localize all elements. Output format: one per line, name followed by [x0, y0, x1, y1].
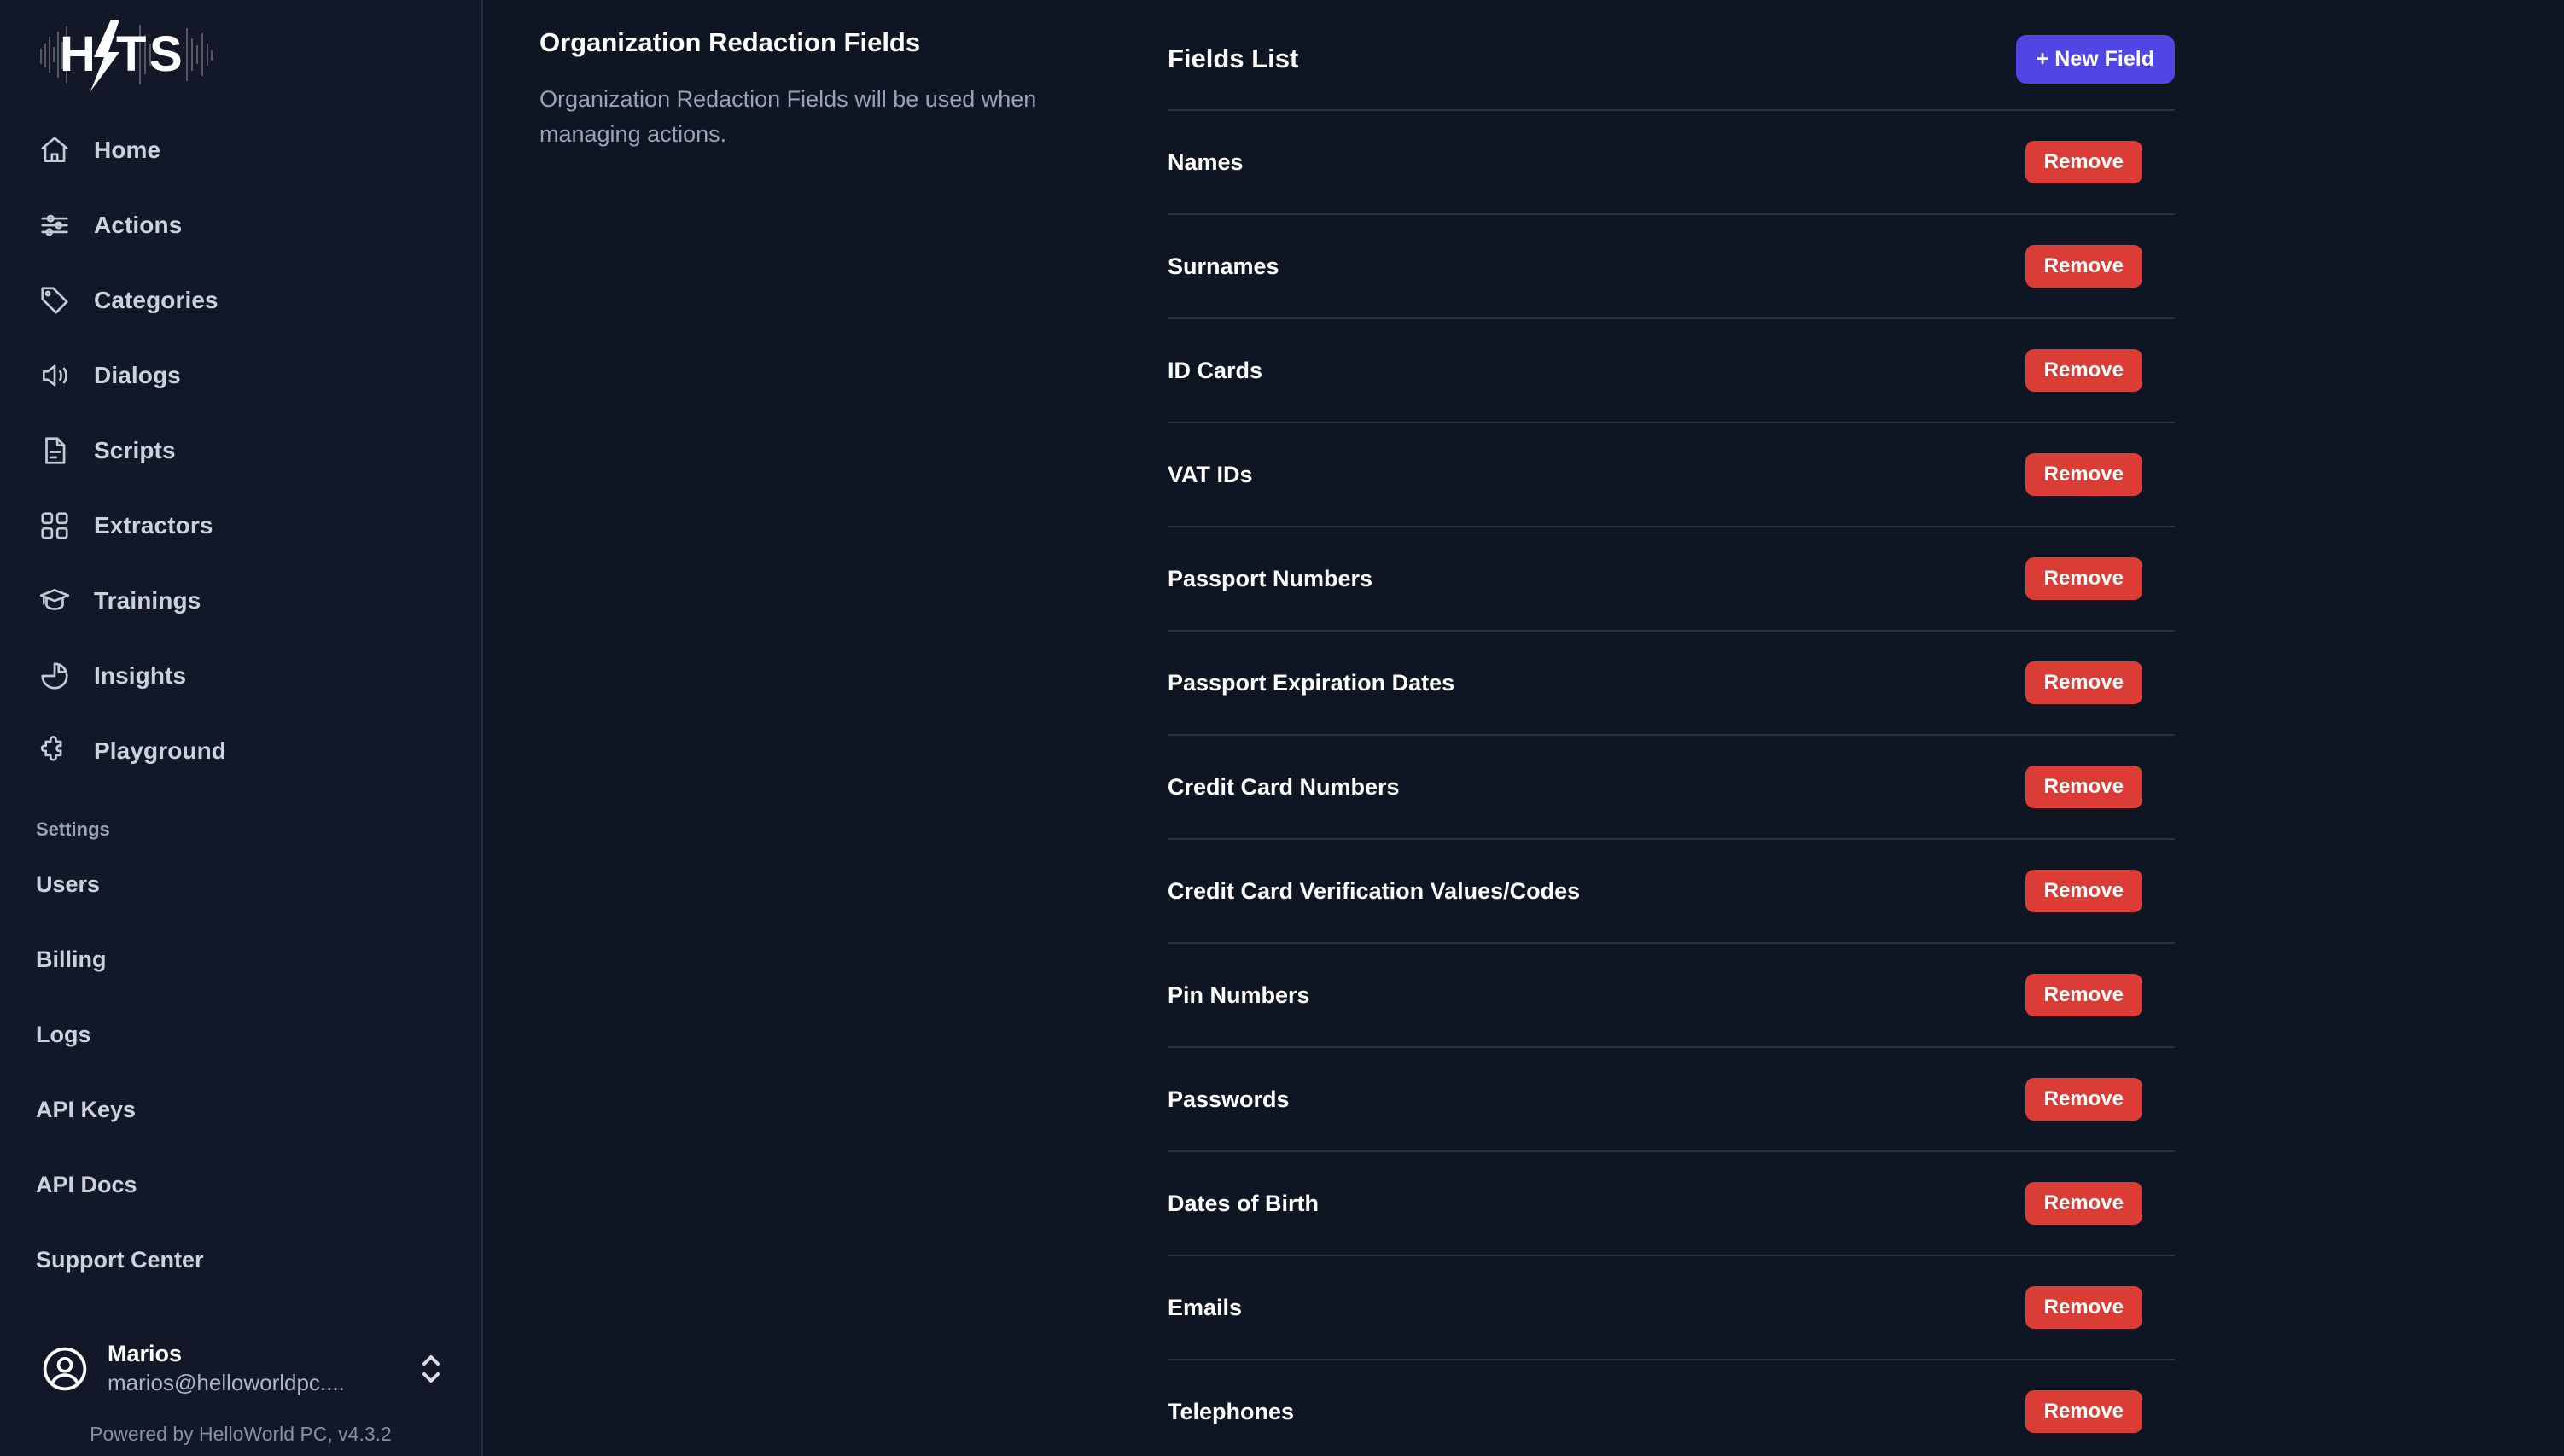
pie-chart-icon [38, 659, 72, 693]
table-row: Passport Numbers Remove [1168, 526, 2175, 630]
field-label: Emails [1168, 1294, 1243, 1320]
sidebar-item-label: Home [94, 137, 161, 163]
chevron-up-down-icon[interactable] [418, 1350, 444, 1388]
user-circle-icon [41, 1345, 89, 1393]
field-label: Passwords [1168, 1086, 1290, 1112]
document-icon [38, 434, 72, 468]
table-row: Pin Numbers Remove [1168, 942, 2175, 1046]
table-row: ID Cards Remove [1168, 317, 2175, 422]
remove-field-button[interactable]: Remove [2025, 661, 2142, 704]
sidebar-item-insights[interactable]: Insights [0, 638, 481, 713]
user-name: Marios [108, 1341, 183, 1367]
tag-icon [38, 283, 72, 317]
remove-field-button[interactable]: Remove [2025, 1286, 2142, 1329]
table-row: Credit Card Verification Values/Codes Re… [1168, 838, 2175, 942]
table-row: Passport Expiration Dates Remove [1168, 630, 2175, 734]
fields-list-title: Fields List [1168, 44, 1299, 73]
sidebar-item-actions[interactable]: Actions [0, 188, 481, 263]
sidebar-item-home[interactable]: Home [0, 113, 481, 188]
hits-logo-icon: H T S [38, 18, 217, 91]
svg-text:S: S [149, 26, 184, 82]
remove-field-button[interactable]: Remove [2025, 557, 2142, 600]
remove-field-button[interactable]: Remove [2025, 766, 2142, 808]
remove-field-button[interactable]: Remove [2025, 1390, 2142, 1433]
sidebar-item-label: Scripts [94, 437, 176, 463]
field-label: Pin Numbers [1168, 981, 1310, 1008]
remove-field-button[interactable]: Remove [2025, 141, 2142, 183]
field-label: Surnames [1168, 253, 1279, 279]
sidebar-item-label: Dialogs [94, 362, 181, 388]
sidebar-item-trainings[interactable]: Trainings [0, 563, 481, 638]
remove-field-button[interactable]: Remove [2025, 870, 2142, 912]
table-row: Dates of Birth Remove [1168, 1150, 2175, 1255]
sidebar-item-label: Insights [94, 662, 187, 689]
table-row: Telephones Remove [1168, 1359, 2175, 1456]
field-label: Credit Card Numbers [1168, 773, 1400, 800]
remove-field-button[interactable]: Remove [2025, 1182, 2142, 1225]
remove-field-button[interactable]: Remove [2025, 1078, 2142, 1121]
remove-field-button[interactable]: Remove [2025, 453, 2142, 496]
sidebar-item-api-keys[interactable]: API Keys [0, 1072, 481, 1147]
brand-logo[interactable]: H T S [0, 0, 481, 101]
sliders-icon [38, 208, 72, 242]
primary-navigation: Home Actions Categories Dialogs Scripts … [0, 101, 481, 789]
graduation-cap-icon [38, 584, 72, 618]
sidebar-item-logs[interactable]: Logs [0, 997, 481, 1072]
field-label: Passport Expiration Dates [1168, 669, 1455, 696]
page-description: Organization Redaction Fields will be us… [539, 86, 1037, 147]
field-label: Telephones [1168, 1398, 1295, 1424]
field-label: Names [1168, 149, 1244, 175]
svg-text:T: T [116, 26, 147, 82]
sidebar-item-label: Playground [94, 737, 227, 764]
fields-panel: Fields List + New Field Names Remove Sur… [1168, 0, 2564, 1456]
speaker-icon [38, 358, 72, 393]
sidebar-item-extractors[interactable]: Extractors [0, 488, 481, 563]
table-row: Names Remove [1168, 109, 2175, 213]
fields-list: Names Remove Surnames Remove ID Cards Re… [1168, 109, 2175, 1456]
sidebar-item-users[interactable]: Users [0, 847, 481, 922]
table-row: Credit Card Numbers Remove [1168, 734, 2175, 838]
powered-by-footer: Powered by HelloWorld PC, v4.3.2 [90, 1423, 392, 1445]
table-row: Surnames Remove [1168, 213, 2175, 317]
new-field-button[interactable]: + New Field [2015, 34, 2175, 84]
field-label: Dates of Birth [1168, 1190, 1320, 1216]
page-title: Organization Redaction Fields [539, 27, 921, 57]
user-info: Marios marios@helloworldpc.... [108, 1340, 410, 1398]
remove-field-button[interactable]: Remove [2025, 349, 2142, 392]
sidebar-item-scripts[interactable]: Scripts [0, 413, 481, 488]
remove-field-button[interactable]: Remove [2025, 974, 2142, 1016]
field-label: ID Cards [1168, 357, 1263, 383]
sidebar-item-label: Actions [94, 212, 183, 238]
sidebar-item-api-docs[interactable]: API Docs [0, 1147, 481, 1222]
field-label: VAT IDs [1168, 461, 1253, 487]
page-info-column: Organization Redaction Fields Organizati… [483, 0, 1168, 1456]
user-email: marios@helloworldpc.... [108, 1369, 345, 1395]
grid-squares-icon [38, 509, 72, 543]
fields-panel-header: Fields List + New Field [1168, 27, 2175, 90]
sidebar-item-billing[interactable]: Billing [0, 922, 481, 997]
sidebar-item-playground[interactable]: Playground [0, 713, 481, 789]
puzzle-piece-icon [38, 734, 72, 768]
svg-text:H: H [60, 26, 96, 82]
user-account-switcher[interactable]: Marios marios@helloworldpc.... [0, 1330, 481, 1408]
remove-field-button[interactable]: Remove [2025, 245, 2142, 288]
sidebar-item-label: Trainings [94, 587, 201, 614]
sidebar-item-label: Extractors [94, 512, 213, 539]
table-row: Passwords Remove [1168, 1046, 2175, 1150]
field-label: Credit Card Verification Values/Codes [1168, 877, 1581, 904]
sidebar: H T S Home Actions Categories Dialogs Sc… [0, 0, 483, 1456]
sidebar-item-dialogs[interactable]: Dialogs [0, 338, 481, 413]
home-icon [38, 133, 72, 167]
sidebar-item-label: Categories [94, 287, 219, 313]
table-row: Emails Remove [1168, 1255, 2175, 1359]
field-label: Passport Numbers [1168, 565, 1373, 591]
table-row: VAT IDs Remove [1168, 422, 2175, 526]
app-root: H T S Home Actions Categories Dialogs Sc… [0, 0, 2564, 1456]
settings-section-label: Settings [36, 818, 110, 840]
sidebar-item-categories[interactable]: Categories [0, 263, 481, 338]
sidebar-item-support-center[interactable]: Support Center [0, 1222, 481, 1297]
